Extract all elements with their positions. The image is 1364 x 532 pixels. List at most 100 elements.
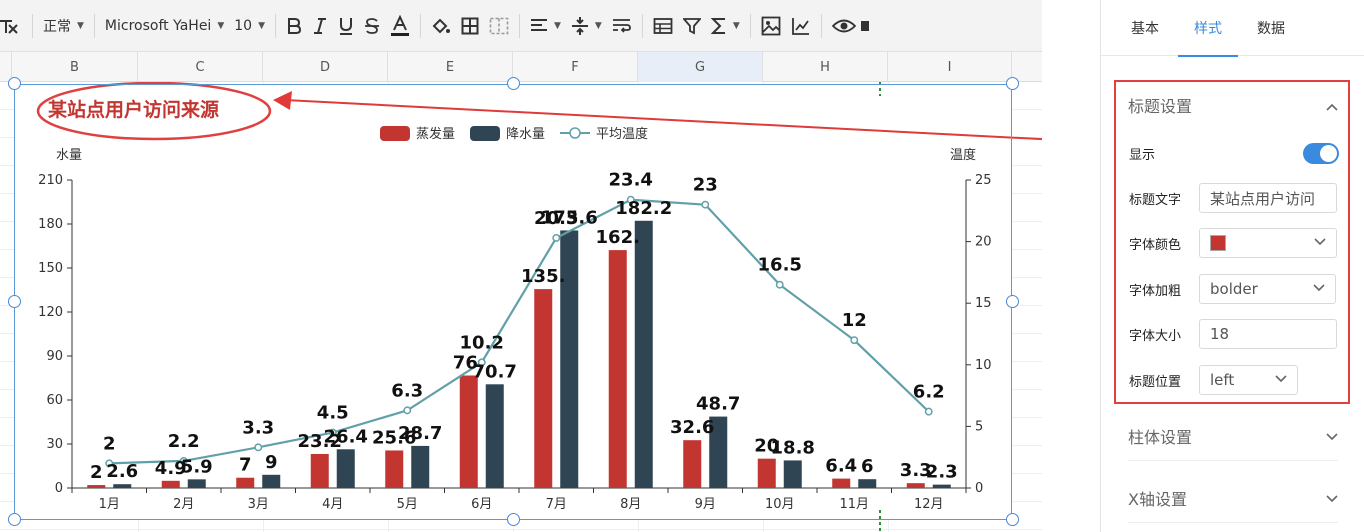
font-size-row: 字体大小 18: [1129, 318, 1339, 350]
resize-handle-top-right[interactable]: [1006, 77, 1019, 90]
x-axis-settings-header[interactable]: X轴设置: [1128, 473, 1338, 523]
table-button[interactable]: [648, 10, 678, 42]
bar-settings-header[interactable]: 柱体设置: [1128, 411, 1338, 461]
font-size-input[interactable]: 18: [1199, 319, 1337, 349]
chart-icon: [791, 17, 809, 35]
filter-icon: [682, 17, 701, 34]
clear-format-button[interactable]: [0, 10, 27, 42]
fill-color-button[interactable]: [426, 10, 456, 42]
fill-color-icon: [432, 18, 450, 33]
chart-button[interactable]: [786, 10, 816, 42]
sum-icon: [710, 17, 725, 34]
bold-icon: [288, 17, 302, 34]
image-button[interactable]: [756, 10, 786, 42]
font-color-label: 字体颜色: [1129, 237, 1182, 253]
style-select[interactable]: 正常 ▼: [38, 10, 89, 42]
preview-icon: [831, 19, 856, 32]
toolbar-divider: [32, 13, 33, 38]
title-text-input[interactable]: 某站点用户访问: [1199, 183, 1337, 213]
tab-style[interactable]: 样式: [1178, 0, 1238, 57]
filter-button[interactable]: [678, 10, 706, 42]
preview-button[interactable]: [827, 10, 861, 42]
vertical-align-icon: [571, 16, 588, 35]
resize-handle-bottom-left[interactable]: [8, 513, 21, 526]
resize-handle-right[interactable]: [1006, 295, 1019, 308]
italic-icon: [314, 17, 326, 34]
font-weight-row: 字体加粗 bolder: [1129, 273, 1339, 305]
column-header-cell[interactable]: D: [263, 52, 388, 82]
font-color-select[interactable]: [1199, 228, 1337, 258]
border-button[interactable]: [456, 10, 484, 42]
tab-data[interactable]: 数据: [1257, 0, 1285, 56]
merge-cells-icon: [489, 17, 509, 34]
font-size-select[interactable]: 10 ▼: [229, 10, 270, 42]
more-icon[interactable]: [860, 10, 871, 42]
column-header-cell-selected[interactable]: G: [638, 52, 763, 82]
chevron-down-icon: ▼: [217, 20, 225, 31]
resize-handle-top-left[interactable]: [8, 77, 21, 90]
tab-basic[interactable]: 基本: [1131, 0, 1159, 56]
title-text-label: 标题文字: [1129, 192, 1182, 208]
font-weight-value: bolder: [1210, 280, 1258, 298]
title-settings-header[interactable]: 标题设置: [1128, 80, 1338, 130]
wrap-text-icon: [612, 18, 631, 33]
bar-settings-label: 柱体设置: [1128, 427, 1193, 447]
sum-button[interactable]: ▼: [706, 10, 745, 42]
column-header-cell[interactable]: F: [513, 52, 638, 82]
title-position-value: left: [1210, 371, 1235, 389]
title-text-value: 某站点用户访问: [1210, 189, 1316, 208]
font-color-row: 字体颜色: [1129, 227, 1339, 259]
resize-handle-left[interactable]: [8, 295, 21, 308]
title-text-row: 标题文字 某站点用户访问: [1129, 182, 1339, 214]
column-header-cell[interactable]: C: [138, 52, 263, 82]
title-position-label: 标题位置: [1129, 374, 1182, 390]
italic-button[interactable]: [307, 10, 333, 42]
font-size-label: 字体大小: [1129, 328, 1182, 344]
clear-format-icon: [0, 19, 18, 34]
font-family-value: Microsoft YaHei: [104, 17, 212, 34]
resize-handle-top[interactable]: [507, 77, 520, 90]
chart-selection-frame[interactable]: [14, 84, 1012, 520]
font-weight-select[interactable]: bolder: [1199, 274, 1336, 304]
font-size-value: 18: [1210, 325, 1230, 343]
title-position-row: 标题位置 left: [1129, 364, 1339, 396]
align-button[interactable]: ▼: [525, 10, 566, 42]
style-select-value: 正常: [43, 18, 71, 35]
bold-button[interactable]: [281, 10, 307, 42]
color-swatch: [1210, 235, 1226, 251]
column-header-cell[interactable]: E: [388, 52, 513, 82]
column-header-cell[interactable]: B: [12, 52, 138, 82]
spreadsheet-chart-editor: 正常 ▼ Microsoft YaHei ▼ 10 ▼ ▼ ▼ ▼ B C D E: [0, 0, 1364, 532]
chevron-up-icon: [1326, 96, 1338, 115]
toolbar-divider: [519, 13, 520, 38]
title-position-select[interactable]: left: [1199, 365, 1298, 395]
strikethrough-button[interactable]: [359, 10, 385, 42]
table-icon: [653, 17, 673, 34]
font-color-icon: [391, 14, 409, 36]
resize-handle-bottom[interactable]: [507, 513, 520, 526]
toolbar: 正常 ▼ Microsoft YaHei ▼ 10 ▼ ▼ ▼ ▼: [0, 0, 1042, 52]
toolbar-divider: [641, 13, 643, 38]
chevron-down-icon: ▼: [258, 20, 265, 31]
chevron-down-icon: ▼: [554, 20, 561, 31]
merge-cells-button[interactable]: [484, 10, 514, 42]
column-header-cell[interactable]: I: [888, 52, 1012, 82]
show-title-toggle[interactable]: [1303, 142, 1339, 164]
font-family-select[interactable]: Microsoft YaHei ▼: [100, 10, 229, 42]
properties-panel: 基本 样式 数据 标题设置 显示 标题文字 某站点用户访问 字体颜色 字体加粗 …: [1100, 0, 1364, 532]
vertical-align-button[interactable]: ▼: [566, 10, 607, 42]
font-color-button[interactable]: [385, 10, 415, 42]
chevron-down-icon: [1326, 488, 1338, 507]
toolbar-divider: [93, 13, 95, 38]
wrap-text-button[interactable]: [607, 10, 637, 42]
chevron-down-icon: ▼: [732, 20, 740, 31]
underline-icon: [340, 17, 352, 35]
panel-tabs: 基本 样式 数据: [1101, 0, 1364, 57]
show-title-label: 显示: [1129, 147, 1156, 163]
align-icon: [531, 18, 547, 31]
underline-button[interactable]: [333, 10, 359, 42]
toolbar-divider: [420, 13, 421, 38]
column-header-cell[interactable]: H: [763, 52, 888, 82]
resize-handle-bottom-right[interactable]: [1006, 513, 1019, 526]
font-size-value: 10: [234, 17, 253, 34]
